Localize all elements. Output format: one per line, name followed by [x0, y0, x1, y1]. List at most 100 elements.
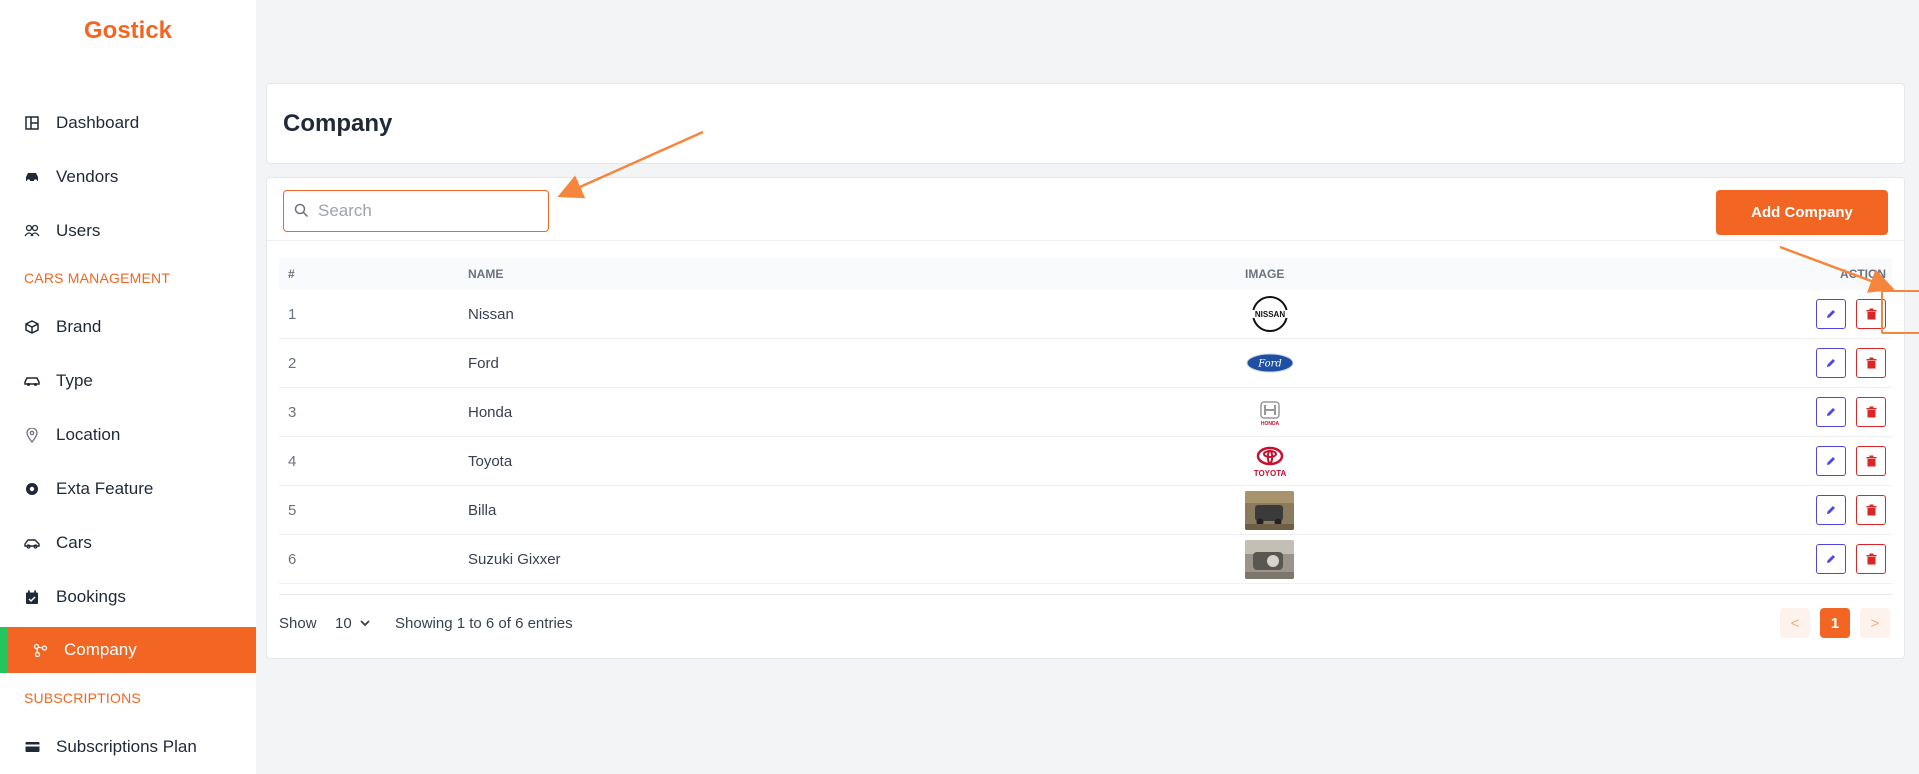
row-actions [1816, 446, 1886, 476]
sidebar-item-brand[interactable]: Brand [0, 304, 256, 350]
delete-button[interactable] [1856, 544, 1886, 574]
row-actions [1816, 495, 1886, 525]
page-header-card: Company [266, 83, 1905, 164]
company-icon [32, 642, 48, 658]
prev-page-button[interactable]: < [1780, 608, 1810, 638]
app-logo[interactable]: Gostick [0, 17, 256, 45]
location-pin-icon [24, 427, 40, 443]
page-title: Company [283, 110, 393, 137]
company-name: Toyota [468, 452, 513, 470]
pencil-icon [1827, 457, 1835, 465]
car-icon [24, 535, 40, 551]
sidebar-item-type[interactable]: Type [0, 358, 256, 404]
trash-icon [1866, 455, 1876, 467]
table-row: 6 Suzuki Gixxer [279, 535, 1892, 584]
add-company-button[interactable]: Add Company [1716, 190, 1888, 235]
company-table-card: Add Company # NAME IMAGE ACTION 1 Nissan… [266, 177, 1905, 659]
show-label: Show [279, 615, 317, 632]
nissan-logo: NISSAN [1245, 295, 1294, 334]
delete-button[interactable] [1856, 446, 1886, 476]
row-number: 6 [288, 550, 297, 568]
trash-icon [1866, 504, 1876, 516]
company-name: Ford [468, 354, 499, 372]
table-row: 4 Toyota TOYOTA [279, 437, 1892, 486]
sidebar-item-dashboard[interactable]: Dashboard [0, 100, 256, 146]
cube-icon [24, 319, 40, 335]
search-box[interactable] [283, 190, 549, 232]
annotation-highlight-box [1881, 290, 1919, 334]
sidebar-item-label: Subscriptions Plan [56, 737, 197, 756]
search-input[interactable] [318, 201, 538, 221]
page-size-value: 10 [335, 615, 352, 632]
car-icon [24, 169, 40, 185]
column-header-image: IMAGE [1245, 267, 1285, 281]
next-page-button[interactable]: > [1860, 608, 1890, 638]
section-subscriptions: SUBSCRIPTIONS [24, 690, 141, 706]
svg-text:HONDA: HONDA [1260, 421, 1279, 427]
row-actions [1816, 348, 1886, 378]
honda-logo: HONDA [1245, 393, 1294, 432]
table-row: 3 Honda HONDA [279, 388, 1892, 437]
calendar-check-icon [24, 589, 40, 605]
trash-icon [1866, 553, 1876, 565]
edit-button[interactable] [1816, 348, 1846, 378]
company-name: Honda [468, 403, 513, 421]
photo-thumbnail [1245, 539, 1294, 579]
chevron-down-icon [360, 620, 370, 627]
sidebar-item-label: Vendors [56, 167, 119, 186]
pencil-icon [1827, 408, 1835, 416]
edit-button[interactable] [1816, 397, 1846, 427]
sidebar-item-users[interactable]: Users [0, 208, 256, 254]
table-header: # NAME IMAGE ACTION [279, 258, 1892, 290]
divider [267, 240, 1904, 241]
dashboard-icon [24, 115, 40, 131]
sidebar-item-vendors[interactable]: Vendors [0, 154, 256, 200]
users-icon [24, 223, 40, 239]
section-cars-management: CARS MANAGEMENT [24, 270, 171, 286]
page-size-select[interactable]: 10 [335, 615, 370, 632]
pagination: < 1 > [1780, 608, 1890, 638]
trash-icon [1866, 406, 1876, 418]
row-number: 2 [288, 354, 297, 372]
delete-button[interactable] [1856, 495, 1886, 525]
sidebar-item-label: Bookings [56, 587, 126, 606]
row-actions [1816, 397, 1886, 427]
page-1-button[interactable]: 1 [1820, 608, 1850, 638]
column-header-action: ACTION [1840, 267, 1886, 281]
svg-text:TOYOTA: TOYOTA [1253, 469, 1286, 478]
sidebar-item-subscriptions-plan[interactable]: Subscriptions Plan [0, 724, 256, 770]
row-number: 4 [288, 452, 297, 470]
edit-button[interactable] [1816, 495, 1846, 525]
row-number: 3 [288, 403, 297, 421]
company-name: Billa [468, 501, 497, 519]
table-row: 1 Nissan NISSAN [279, 290, 1892, 339]
sidebar-item-location[interactable]: Location [0, 412, 256, 458]
row-number: 5 [288, 501, 297, 519]
entries-info: Showing 1 to 6 of 6 entries [395, 615, 573, 632]
sidebar-item-extra-feature[interactable]: Exta Feature [0, 466, 256, 512]
sidebar-item-label: Cars [56, 533, 92, 552]
pencil-icon [1827, 359, 1835, 367]
sidebar-item-label: Users [56, 221, 101, 240]
sidebar-item-bookings[interactable]: Bookings [0, 574, 256, 620]
column-header-number: # [288, 267, 295, 281]
delete-button[interactable] [1856, 397, 1886, 427]
edit-button[interactable] [1816, 544, 1846, 574]
edit-button[interactable] [1816, 299, 1846, 329]
sidebar-item-cars[interactable]: Cars [0, 520, 256, 566]
search-icon [294, 203, 310, 219]
pencil-icon [1827, 310, 1835, 318]
feature-icon [24, 481, 40, 497]
row-number: 1 [288, 305, 297, 323]
ford-logo: Ford [1245, 344, 1294, 383]
table-row: 5 Billa [279, 486, 1892, 535]
svg-text:NISSAN: NISSAN [1254, 310, 1284, 319]
row-actions [1816, 544, 1886, 574]
trash-icon [1866, 308, 1876, 320]
sidebar-item-company[interactable]: Company [0, 627, 256, 673]
sidebar-item-label: Location [56, 425, 121, 444]
edit-button[interactable] [1816, 446, 1846, 476]
pencil-icon [1827, 506, 1835, 514]
company-name: Suzuki Gixxer [468, 550, 561, 568]
delete-button[interactable] [1856, 348, 1886, 378]
